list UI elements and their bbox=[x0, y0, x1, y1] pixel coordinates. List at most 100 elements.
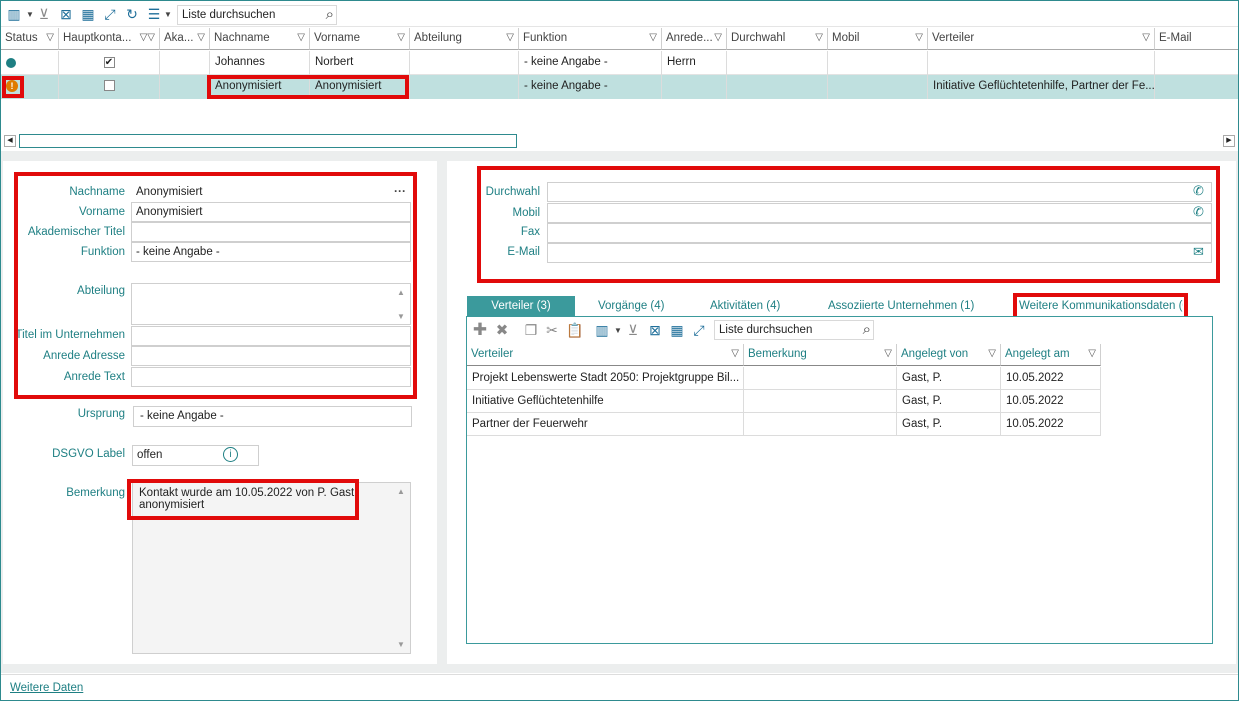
mobil-cell bbox=[828, 51, 928, 75]
filter-icon[interactable]: ▽ bbox=[884, 348, 892, 359]
tab-verteiler[interactable]: Verteiler (3) bbox=[467, 296, 575, 317]
angelegt-von-cell: Gast, P. bbox=[897, 390, 1001, 413]
verteiler-cell[interactable]: Initiative Geflüchtetenhilfe bbox=[467, 390, 744, 413]
col-label: Durchwahl bbox=[731, 32, 786, 44]
col-label: Aka... bbox=[164, 32, 194, 44]
search-icon[interactable]: ⌕ bbox=[326, 6, 334, 23]
col-durchwahl[interactable]: Durchwahl ▽ bbox=[727, 28, 828, 50]
expand-icon[interactable]: ⤢ bbox=[690, 321, 708, 339]
angelegt-am-cell: 10.05.2022 bbox=[1001, 367, 1101, 390]
tab-vorgaenge[interactable]: Vorgänge (4) bbox=[592, 296, 671, 317]
bemerkung-cell[interactable] bbox=[744, 413, 897, 436]
verteiler-cell[interactable]: Partner der Feuerwehr bbox=[467, 413, 744, 436]
filter-icon[interactable]: ▽ bbox=[506, 32, 514, 43]
highlight-name bbox=[207, 75, 409, 99]
col-label: Abteilung bbox=[414, 32, 462, 44]
col-anrede[interactable]: Anrede... ▽ bbox=[662, 28, 727, 50]
col-verteiler[interactable]: Verteiler ▽ bbox=[928, 28, 1155, 50]
scroll-thumb[interactable] bbox=[19, 134, 517, 148]
filter-icon[interactable]: ▽ bbox=[649, 32, 657, 43]
add-icon[interactable]: ✚ bbox=[471, 320, 489, 339]
filter-icon[interactable]: ▽ bbox=[397, 32, 405, 43]
dsgvo-select[interactable]: offen bbox=[132, 445, 259, 466]
col-hauptkontakt[interactable]: Hauptkonta... ▽▽ bbox=[59, 28, 160, 50]
expand-icon[interactable]: ⤢ bbox=[101, 5, 119, 23]
filter-icon[interactable]: ▽▽ bbox=[140, 32, 155, 43]
col-email[interactable]: E-Mail bbox=[1155, 28, 1238, 50]
bemerkung-cell[interactable] bbox=[744, 367, 897, 390]
col-nachname[interactable]: Nachname ▽ bbox=[210, 28, 310, 50]
highlight-bemerkung bbox=[127, 479, 359, 520]
angelegt-am-cell: 10.05.2022 bbox=[1001, 413, 1101, 436]
col-label: Mobil bbox=[832, 32, 860, 44]
hauptkontakt-cell[interactable]: ✔ bbox=[59, 51, 160, 75]
filter-icon[interactable]: ▽ bbox=[915, 32, 923, 43]
table-layout-icon[interactable]: ▦ bbox=[79, 5, 97, 23]
cut-icon[interactable]: ✂ bbox=[543, 321, 561, 339]
list-search-input[interactable]: Liste durchsuchen ⌕ bbox=[177, 5, 337, 25]
col-vorname[interactable]: Vorname ▽ bbox=[310, 28, 410, 50]
col-funktion[interactable]: Funktion ▽ bbox=[519, 28, 662, 50]
horizontal-scrollbar[interactable]: ◀ ▶ bbox=[1, 133, 1238, 149]
excel-export-icon[interactable]: ⊠ bbox=[646, 321, 664, 339]
weitere-daten-link[interactable]: Weitere Daten bbox=[10, 682, 83, 694]
col-mobil[interactable]: Mobil ▽ bbox=[828, 28, 928, 50]
filter-icon[interactable]: ▽ bbox=[815, 32, 823, 43]
highlight-status bbox=[2, 76, 24, 98]
paste-icon[interactable]: 📋 bbox=[566, 321, 584, 339]
filter-icon[interactable]: ▽ bbox=[197, 32, 205, 43]
search-icon[interactable]: ⌕ bbox=[863, 321, 871, 338]
subgrid-search-input[interactable]: Liste durchsuchen ⌕ bbox=[714, 320, 874, 340]
subcol-angelegt-von[interactable]: Angelegt von ▽ bbox=[897, 344, 1001, 366]
akademisch-cell bbox=[160, 51, 210, 75]
col-akademisch[interactable]: Aka... ▽ bbox=[160, 28, 210, 50]
anrede-cell: Herrn bbox=[662, 51, 727, 75]
refresh-icon[interactable]: ↻ bbox=[123, 5, 141, 23]
label-bemerkung: Bemerkung bbox=[66, 487, 125, 499]
filter-icon[interactable]: ▽ bbox=[297, 32, 305, 43]
filter-icon[interactable]: ▽ bbox=[1088, 348, 1096, 359]
abteilung-cell bbox=[410, 75, 519, 99]
ursprung-select[interactable]: - keine Angabe - bbox=[133, 406, 412, 427]
table-layout-icon[interactable]: ▦ bbox=[668, 321, 686, 339]
tab-aktivitaeten[interactable]: Aktivitäten (4) bbox=[704, 296, 786, 317]
filter-icon[interactable]: ▽ bbox=[988, 348, 996, 359]
info-icon[interactable]: i bbox=[223, 447, 238, 462]
scroll-right-icon[interactable]: ▶ bbox=[1223, 135, 1235, 147]
filter-icon[interactable]: ▽ bbox=[731, 348, 739, 359]
scroll-left-icon[interactable]: ◀ bbox=[4, 135, 16, 147]
tab-assoziierte-unternehmen[interactable]: Assoziierte Unternehmen (1) bbox=[822, 296, 980, 317]
verteiler-cell[interactable]: Projekt Lebenswerte Stadt 2050: Projektg… bbox=[467, 367, 744, 390]
col-status[interactable]: Status ▽ bbox=[1, 28, 59, 50]
subcol-angelegt-am[interactable]: Angelegt am ▽ bbox=[1001, 344, 1101, 366]
col-label: Verteiler bbox=[471, 348, 514, 360]
subcol-verteiler[interactable]: Verteiler ▽ bbox=[467, 344, 744, 366]
vorname-cell: Norbert bbox=[310, 51, 410, 75]
col-label: Hauptkonta... bbox=[63, 32, 132, 44]
bemerkung-cell[interactable] bbox=[744, 390, 897, 413]
filter-icon[interactable]: ▽ bbox=[714, 32, 722, 43]
highlight-contact bbox=[477, 166, 1220, 283]
filter-icon[interactable]: ▽ bbox=[46, 32, 54, 43]
filter-icon[interactable]: ▽ bbox=[1142, 32, 1150, 43]
clear-filter-icon[interactable]: ⊻ bbox=[35, 5, 53, 23]
delete-icon[interactable]: ✖ bbox=[493, 321, 511, 339]
copy-icon[interactable]: ❐ bbox=[522, 321, 540, 339]
col-abteilung[interactable]: Abteilung ▽ bbox=[410, 28, 519, 50]
scroll-up-icon[interactable]: ▲ bbox=[397, 487, 405, 496]
hauptkontakt-checkbox[interactable]: ✔ bbox=[103, 57, 115, 68]
hauptkontakt-checkbox[interactable] bbox=[103, 80, 115, 91]
col-label: Anrede... bbox=[666, 32, 713, 44]
subcol-bemerkung[interactable]: Bemerkung ▽ bbox=[744, 344, 897, 366]
excel-export-icon[interactable]: ⊠ bbox=[57, 5, 75, 23]
scroll-down-icon[interactable]: ▼ bbox=[397, 640, 405, 649]
label-ursprung: Ursprung bbox=[77, 408, 125, 420]
angelegt-am-cell: 10.05.2022 bbox=[1001, 390, 1101, 413]
col-label: Angelegt von bbox=[901, 348, 969, 360]
verteiler-cell: Initiative Geflüchtetenhilfe, Partner de… bbox=[928, 75, 1155, 99]
menu-chevron-icon[interactable]: ▼ bbox=[159, 5, 177, 23]
verteiler-cell bbox=[928, 51, 1155, 75]
hauptkontakt-cell[interactable] bbox=[59, 75, 160, 99]
col-label: Verteiler bbox=[932, 32, 975, 44]
clear-filter-icon[interactable]: ⊻ bbox=[624, 321, 642, 339]
